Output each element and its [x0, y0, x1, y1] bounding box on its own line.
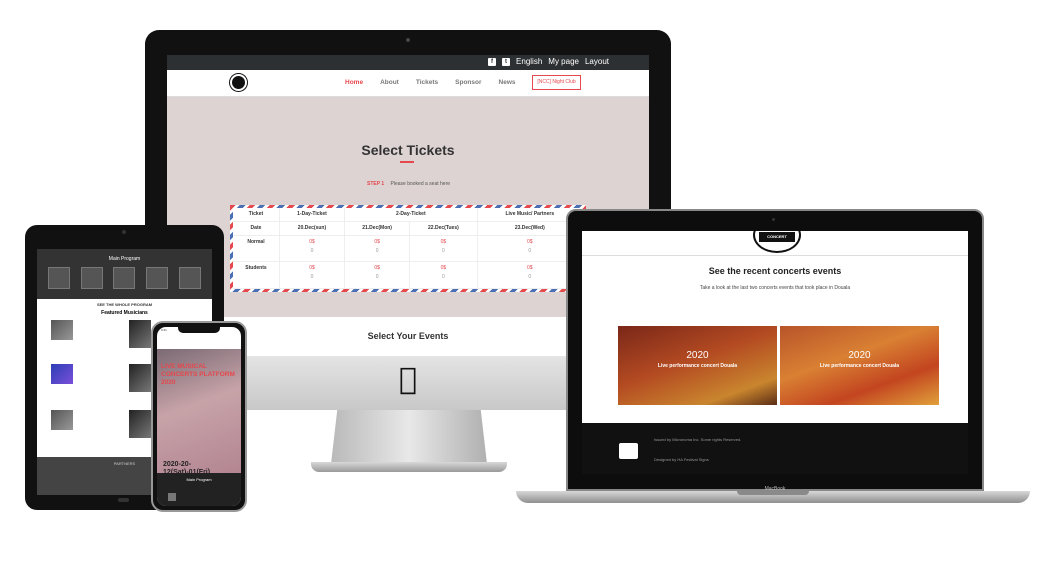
price-cell[interactable]: 0$ 0 — [409, 235, 478, 263]
category-tile[interactable] — [113, 267, 136, 289]
table-row: Date 20.Dec(sun) 21.Dec(Mon) 22.Dec(Tues… — [233, 221, 584, 236]
divider — [582, 255, 968, 256]
page-title: Select Tickets — [361, 142, 455, 158]
event-year: 2020 — [686, 350, 709, 361]
ipad-home-indicator — [118, 498, 129, 502]
musician-photo — [51, 320, 73, 340]
musician-photo — [129, 364, 151, 392]
iphone-screen: 9:41 LIVE MUSICAL CONCERTS PLATFORM 2020… — [157, 327, 241, 506]
event-card[interactable]: 2020 Live performance concert Douala — [618, 326, 777, 405]
language-link[interactable]: English — [516, 57, 542, 66]
ipad-camera — [122, 230, 126, 234]
musician-photo — [129, 410, 151, 438]
event-text: Live performance concert Douala — [657, 363, 738, 369]
footer-logo[interactable] — [619, 443, 638, 459]
concert-logo[interactable]: CONCERT — [753, 231, 801, 253]
my-page-link[interactable]: My page — [548, 57, 579, 66]
nav-about[interactable]: About — [380, 79, 399, 86]
musician-photo — [129, 320, 151, 348]
concert-logo-text: CONCERT — [759, 232, 795, 242]
event-year: 2020 — [848, 350, 871, 361]
category-tile[interactable] — [80, 267, 103, 289]
footer-credit: Designed by HA Festival Signs — [654, 457, 709, 462]
price-cell[interactable]: 0$ 0 — [344, 261, 411, 289]
title-underline — [400, 161, 414, 163]
apple-logo-icon:  — [394, 364, 422, 396]
row-label: Students — [233, 261, 280, 289]
site-topbar: f t English My page Layout — [167, 55, 649, 70]
site-nav: Home About Tickets Sponsor News [NCC] Ni… — [167, 70, 649, 97]
featured-title: Featured Musicians — [101, 310, 148, 316]
step-line: STEP 1 Please booked a seat here — [367, 181, 450, 187]
musician-photo — [51, 410, 73, 430]
nav-tickets[interactable]: Tickets — [416, 79, 438, 86]
table-row: Normal 0$ 0 0$ 0 0$ 0 0$ 0 — [233, 235, 584, 263]
program-categories — [37, 267, 212, 289]
ticket-table: Ticket 1-Day-Ticket 2-Day-Ticket Live Mu… — [233, 208, 584, 289]
nav-news[interactable]: News — [499, 79, 516, 86]
imac-camera — [406, 38, 410, 42]
musician-photo — [51, 364, 73, 384]
date-cell: 21.Dec(Mon) — [344, 221, 411, 236]
row-label: Normal — [233, 235, 280, 263]
night-club-button[interactable]: [NCC] Night Club — [532, 75, 581, 90]
site-logo[interactable] — [230, 74, 247, 91]
price-cell[interactable]: 0$ 0 — [279, 261, 346, 289]
macbook-label: MacBook — [764, 486, 786, 492]
iphone-device: 9:41 LIVE MUSICAL CONCERTS PLATFORM 2020… — [151, 321, 247, 512]
musician-text — [76, 320, 126, 328]
program-title: Main Program — [108, 256, 141, 262]
category-tile[interactable] — [146, 267, 169, 289]
section-title: See the recent concerts events — [708, 266, 842, 276]
price-cell[interactable]: 0$ 0 — [279, 235, 346, 263]
nav-sponsor[interactable]: Sponsor — [455, 79, 481, 86]
event-card[interactable]: 2020 Live performance concert Douala — [780, 326, 939, 405]
category-tile[interactable] — [178, 267, 201, 289]
table-header: Ticket — [233, 208, 280, 222]
main-program-title: Main Program — [157, 473, 241, 491]
step-label: STEP 1 — [367, 181, 385, 187]
date-cell: 22.Dec(Tues) — [409, 221, 478, 236]
hero-title: LIVE MUSICAL CONCERTS PLATFORM 2020 — [161, 363, 235, 386]
table-header: 2-Day-Ticket — [344, 208, 478, 222]
date-cell: 20.Dec(sun) — [279, 221, 346, 236]
status-time: 9:41 — [161, 328, 167, 332]
program-header: Main Program — [37, 249, 212, 299]
program-preview[interactable] — [157, 491, 241, 506]
partners-title: PARTNERS — [113, 461, 136, 466]
price-cell[interactable]: 0$ 0 — [344, 235, 411, 263]
layout-link[interactable]: Layout — [585, 57, 609, 66]
event-text: Live performance concert Douala — [819, 363, 900, 369]
facebook-icon[interactable]: f — [488, 57, 497, 66]
section-subtitle: Take a look at the last two concerts eve… — [699, 285, 851, 291]
macbook-device: CONCERT See the recent concerts events T… — [566, 209, 984, 491]
iphone-notch — [178, 327, 220, 333]
step-text: Please booked a seat here — [390, 181, 451, 187]
twitter-icon[interactable]: t — [502, 57, 511, 66]
macbook-screen: CONCERT See the recent concerts events T… — [582, 231, 968, 474]
price-cell[interactable]: 0$ 0 — [409, 261, 478, 289]
table-header: 1-Day-Ticket — [279, 208, 346, 222]
ticket-table-border: Ticket 1-Day-Ticket 2-Day-Ticket Live Mu… — [230, 205, 586, 292]
program-thumb — [168, 493, 176, 501]
see-program-link[interactable]: SEE THE WHOLE PROGRAM — [37, 302, 212, 307]
imac-stand-base — [311, 462, 507, 472]
date-label: Date — [233, 221, 280, 236]
footer-copyright: Issued by Micronoma Inc. Some rights Res… — [654, 437, 742, 442]
nav-home[interactable]: Home — [345, 79, 363, 86]
imac-stand — [331, 410, 487, 464]
table-header-row: Ticket 1-Day-Ticket 2-Day-Ticket Live Mu… — [233, 208, 584, 222]
table-row: Students 0$ 0 0$ 0 0$ 0 0$ 0 — [233, 261, 584, 289]
musician-text — [76, 410, 126, 418]
musician-text — [76, 364, 126, 372]
hero-banner: LIVE MUSICAL CONCERTS PLATFORM 2020 2020… — [157, 349, 241, 476]
macbook-camera — [772, 218, 775, 221]
site-footer: Issued by Micronoma Inc. Some rights Res… — [582, 423, 968, 474]
category-tile[interactable] — [48, 267, 71, 289]
